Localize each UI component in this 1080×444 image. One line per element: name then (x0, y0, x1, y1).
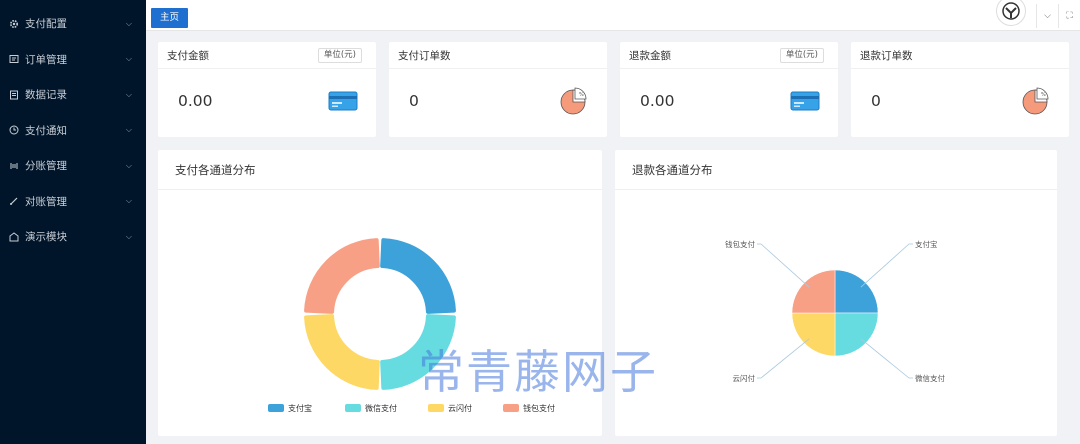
unit-button[interactable]: 单位(元) (317, 48, 362, 63)
chevron-down-icon: ⌵ (1044, 11, 1051, 21)
legend-swatch[interactable] (345, 404, 361, 412)
donut-slice[interactable] (304, 238, 380, 314)
legend-label[interactable]: 微信支付 (365, 403, 397, 413)
legend-label[interactable]: 支付宝 (288, 403, 312, 413)
logo-badge-icon (996, 0, 1026, 26)
stat-title: 退款订单数 (860, 49, 913, 62)
pie-slice[interactable] (791, 312, 836, 357)
sidebar-item-split[interactable]: 分账管理 ⌵ (0, 148, 146, 184)
chevron-down-icon: ⌵ (125, 196, 132, 206)
pie-slice[interactable] (791, 269, 836, 314)
tab-dropdown-button[interactable]: ⌵ (1036, 4, 1058, 28)
reconcile-icon (9, 196, 19, 206)
pie-label-leader-line (860, 338, 913, 379)
sidebar-item-label: 支付配置 (25, 18, 67, 31)
sidebar-item-payment-notify[interactable]: 支付通知 ⌵ (0, 113, 146, 149)
refund-channel-pie-chart: 支付宝微信支付 云闪付 钱包支付 (725, 239, 945, 383)
pie-label: 支付宝 (915, 239, 938, 249)
legend-swatch[interactable] (428, 404, 444, 412)
sidebar-item-data-records[interactable]: 数据记录 ⌵ (0, 77, 146, 113)
refund-channel-chart-card: 退款各通道分布 支付宝 微信支付 云闪付 钱包支付 (615, 150, 1057, 436)
stat-card-pay-amount: 支付金额 单位(元) 0.00 (158, 42, 376, 137)
watermark-text: 常青藤网子 (418, 345, 658, 399)
sidebar-item-reconcile[interactable]: 对账管理 ⌵ (0, 184, 146, 220)
tab-bar-tools: ⌵ ⛶ (996, 0, 1080, 28)
sidebar: 支付配置 ⌵ 订单管理 ⌵ 数据记录 ⌵ 支付通知 ⌵ 分账管理 ⌵ 对账管理 … (0, 0, 146, 444)
stat-card-refund-amount: 退款金额 单位(元) 0.00 (620, 42, 838, 137)
sidebar-item-label: 支付通知 (25, 124, 67, 137)
order-icon (9, 54, 19, 64)
chevron-down-icon: ⌵ (125, 18, 132, 28)
sidebar-item-label: 演示模块 (25, 231, 67, 244)
chevron-down-icon: ⌵ (125, 160, 132, 170)
pie-chart-icon: % (559, 86, 589, 120)
pie-chart-icon: % (1021, 86, 1051, 120)
gear-icon (9, 19, 19, 29)
sidebar-item-label: 数据记录 (25, 89, 67, 102)
stat-title: 退款金额 (629, 49, 671, 62)
unit-button[interactable]: 单位(元) (779, 48, 824, 63)
svg-text:%: % (1041, 92, 1046, 98)
stat-value: 0 (409, 92, 419, 110)
donut-slice[interactable] (304, 314, 380, 390)
stat-card-header: 退款金额 单位(元) (620, 42, 838, 69)
donut-slice[interactable] (380, 238, 456, 314)
stat-value: 0.00 (640, 92, 675, 110)
sidebar-item-label: 对账管理 (25, 195, 67, 208)
svg-text:%: % (579, 92, 584, 98)
sidebar-item-label: 订单管理 (25, 53, 67, 66)
stat-card-header: 退款订单数 (851, 42, 1069, 69)
pie-label: 云闪付 (733, 373, 756, 383)
pie-label-leader-line (860, 243, 913, 288)
sidebar-item-orders[interactable]: 订单管理 ⌵ (0, 42, 146, 78)
stat-title: 支付金额 (167, 49, 209, 62)
split-icon (9, 161, 19, 171)
pie-label: 钱包支付 (725, 239, 755, 249)
chevron-down-icon: ⌵ (125, 231, 132, 241)
card-icon (790, 90, 820, 116)
tab-home[interactable]: 主页 (151, 8, 189, 28)
stat-value: 0 (871, 92, 881, 110)
sidebar-menu: 支付配置 ⌵ 订单管理 ⌵ 数据记录 ⌵ 支付通知 ⌵ 分账管理 ⌵ 对账管理 … (0, 6, 146, 255)
legend-swatch[interactable] (268, 404, 284, 412)
sidebar-item-payment-config[interactable]: 支付配置 ⌵ (0, 6, 146, 42)
clock-icon (9, 125, 19, 135)
pie-slice[interactable] (834, 312, 879, 357)
stat-title: 支付订单数 (398, 49, 451, 62)
stat-card-refund-orders: 退款订单数 0 % (851, 42, 1069, 137)
pie-label: 微信支付 (915, 373, 945, 383)
legend-swatch[interactable] (503, 404, 519, 412)
fullscreen-icon: ⛶ (1066, 11, 1073, 21)
pie-slice[interactable] (834, 269, 879, 314)
stat-card-header: 支付金额 单位(元) (158, 42, 376, 69)
stat-value: 0.00 (178, 92, 213, 110)
chevron-down-icon: ⌵ (125, 125, 132, 135)
fullscreen-button[interactable]: ⛶ (1058, 4, 1080, 28)
sidebar-item-demo[interactable]: 演示模块 ⌵ (0, 219, 146, 255)
legend-label[interactable]: 云闪付 (448, 403, 472, 413)
chevron-down-icon: ⌵ (125, 54, 132, 64)
stat-card-pay-orders: 支付订单数 0 % (389, 42, 607, 137)
chevron-down-icon: ⌵ (125, 89, 132, 99)
stat-card-header: 支付订单数 (389, 42, 607, 69)
tab-bar: 主页 ⌵ ⛶ (146, 0, 1080, 31)
pie-label-leader-line (757, 338, 810, 379)
pie-label-leader-line (757, 243, 810, 288)
card-icon (328, 90, 358, 116)
demo-icon (9, 232, 19, 242)
legend-label[interactable]: 钱包支付 (523, 403, 555, 413)
record-icon (9, 90, 19, 100)
sidebar-item-label: 分账管理 (25, 160, 67, 173)
